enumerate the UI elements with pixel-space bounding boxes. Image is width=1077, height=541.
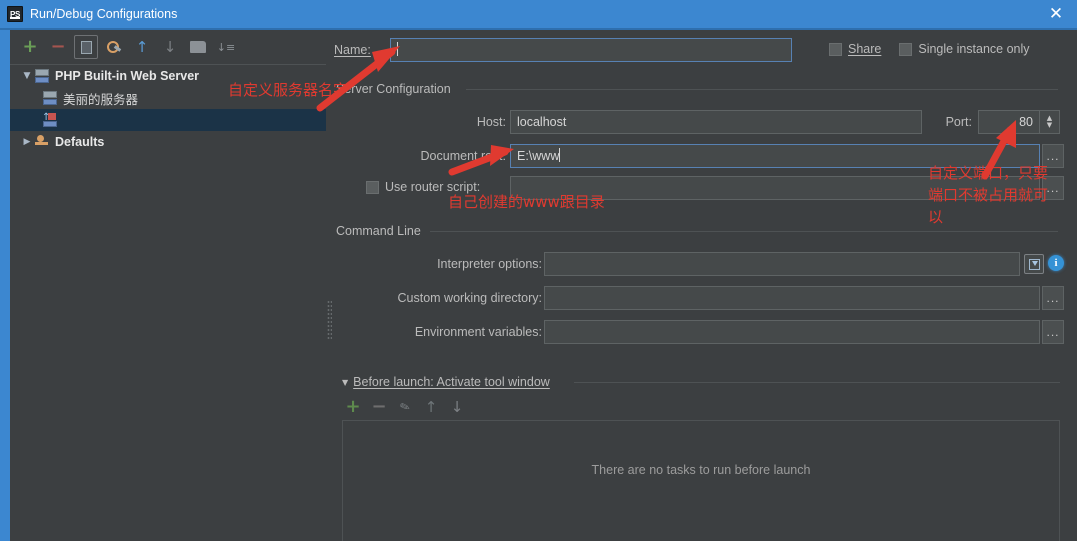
defaults-icon — [34, 135, 50, 149]
chevron-down-icon[interactable]: ▼ — [342, 378, 348, 387]
single-instance-only-checkbox[interactable]: Single instance only — [899, 42, 1030, 56]
spinner-down-icon[interactable]: ▼ — [1047, 122, 1052, 129]
document-root-label: Document root: — [420, 149, 506, 163]
before-launch-task-list[interactable]: There are no tasks to run before launch — [342, 420, 1060, 541]
environment-variables-input[interactable] — [544, 320, 1040, 344]
group-divider-line — [466, 89, 1058, 90]
insert-macro-icon[interactable] — [1024, 254, 1044, 274]
share-checkbox[interactable]: Share — [829, 42, 881, 56]
interpreter-options-label: Interpreter options: — [437, 257, 542, 271]
sort-configurations-button[interactable]: ↓≡ — [214, 35, 238, 59]
group-divider-line — [430, 231, 1058, 232]
title-bar: PS Run/Debug Configurations ✕ — [0, 0, 1077, 28]
command-line-group-title: Command Line — [336, 224, 427, 238]
environment-variables-browse-button[interactable]: ... — [1042, 320, 1064, 344]
document-root-browse-button[interactable]: ... — [1042, 144, 1064, 168]
close-icon[interactable]: ✕ — [1035, 0, 1077, 28]
new-folder-button[interactable] — [186, 35, 210, 59]
checkbox-box[interactable] — [899, 42, 913, 56]
window-title: Run/Debug Configurations — [30, 7, 178, 21]
splitter-handle[interactable] — [327, 300, 332, 340]
splitter[interactable] — [326, 30, 334, 541]
host-label: Host: — [476, 115, 506, 129]
configuration-form: Name: Share Single instance only Server … — [334, 30, 1077, 541]
custom-working-directory-input[interactable] — [544, 286, 1040, 310]
single-instance-only-label: Single instance only — [918, 42, 1030, 56]
before-launch-title: Before launch: Activate tool window — [353, 375, 550, 389]
info-icon[interactable]: i — [1048, 255, 1064, 271]
before-launch-toolbar: + − ✎ ↑ ↓ — [344, 398, 466, 416]
tree-item-label: 美丽的服务器 — [63, 92, 139, 107]
port-spinner[interactable]: ▲ ▼ — [1040, 110, 1060, 134]
left-accent-strip — [0, 30, 10, 541]
port-label: Port: — [945, 115, 972, 129]
tree-item-new-configuration[interactable]: ↑ — [10, 109, 326, 131]
name-label: Name: — [334, 43, 371, 57]
tree-item-custom-server[interactable]: 美丽的服务器 — [10, 87, 326, 109]
chevron-down-icon[interactable]: ▼ — [20, 71, 34, 81]
use-router-script-checkbox[interactable]: Use router script: — [366, 180, 480, 194]
phpstorm-app-icon: PS — [7, 6, 23, 22]
php-server-icon — [34, 69, 50, 83]
custom-working-directory-browse-button[interactable]: ... — [1042, 286, 1064, 310]
tree-item-defaults[interactable]: ▶ Defaults — [10, 131, 326, 153]
remove-configuration-button[interactable]: − — [46, 35, 70, 59]
tree-item-label: PHP Built-in Web Server — [55, 69, 200, 83]
move-up-button[interactable]: ↑ — [130, 35, 154, 59]
environment-variables-label: Environment variables: — [414, 325, 542, 339]
document-root-input[interactable]: E:\www — [510, 144, 1040, 168]
router-script-input[interactable] — [510, 176, 1040, 200]
tree-item-label: Defaults — [55, 135, 105, 149]
host-input[interactable]: localhost — [510, 110, 922, 134]
configurations-tree[interactable]: ▼ PHP Built-in Web Server 美丽的服务器 ↑ ▶ Def… — [10, 64, 326, 541]
name-input[interactable] — [390, 38, 792, 62]
edit-task-button[interactable]: ✎ — [396, 398, 414, 416]
chevron-right-icon[interactable]: ▶ — [20, 137, 34, 147]
checkbox-box[interactable] — [829, 42, 842, 56]
add-configuration-button[interactable]: + — [18, 35, 42, 59]
options-row: Share Single instance only — [829, 42, 1030, 56]
before-launch-header[interactable]: ▼ Before launch: Activate tool window — [342, 375, 550, 389]
copy-configuration-button[interactable] — [74, 35, 98, 59]
interpreter-options-input[interactable] — [544, 252, 1020, 276]
move-down-button[interactable]: ↓ — [158, 35, 182, 59]
server-configuration-group-title: Server Configuration — [336, 82, 457, 96]
custom-working-directory-label: Custom working directory: — [397, 291, 543, 305]
run-debug-configurations-dialog: PS Run/Debug Configurations ✕ + − ↑ ↓ ↓≡… — [0, 0, 1077, 541]
remove-task-button[interactable]: − — [370, 398, 388, 416]
share-label: Share — [848, 42, 882, 56]
use-router-script-label: Use router script: — [385, 180, 481, 194]
tree-item-php-built-in-web-server[interactable]: ▼ PHP Built-in Web Server — [10, 65, 326, 87]
port-input[interactable]: 80 — [978, 110, 1040, 134]
edit-defaults-wrench-icon[interactable] — [102, 35, 126, 59]
name-row: Name: — [334, 38, 792, 62]
move-task-down-button[interactable]: ↓ — [448, 398, 466, 416]
php-server-icon — [42, 91, 58, 105]
configurations-toolbar: + − ↑ ↓ ↓≡ — [10, 30, 326, 64]
router-script-browse-button[interactable]: ... — [1042, 176, 1064, 200]
checkbox-box[interactable] — [366, 180, 379, 194]
group-divider-line — [574, 382, 1060, 383]
move-task-up-button[interactable]: ↑ — [422, 398, 440, 416]
add-task-button[interactable]: + — [344, 398, 362, 416]
before-launch-empty-text: There are no tasks to run before launch — [591, 463, 811, 477]
php-server-run-icon: ↑ — [42, 112, 58, 127]
